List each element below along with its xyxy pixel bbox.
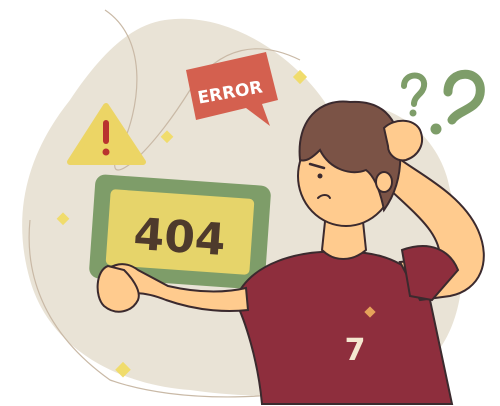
error-404-illustration: ERROR 404 7 [22, 9, 485, 405]
screen-404-text: 404 [132, 209, 227, 266]
shirt-logo: 7 [345, 333, 366, 368]
character-eye [317, 173, 323, 179]
character-ear [375, 171, 393, 193]
character-hand-scratch [382, 119, 424, 162]
character-head [297, 100, 402, 227]
